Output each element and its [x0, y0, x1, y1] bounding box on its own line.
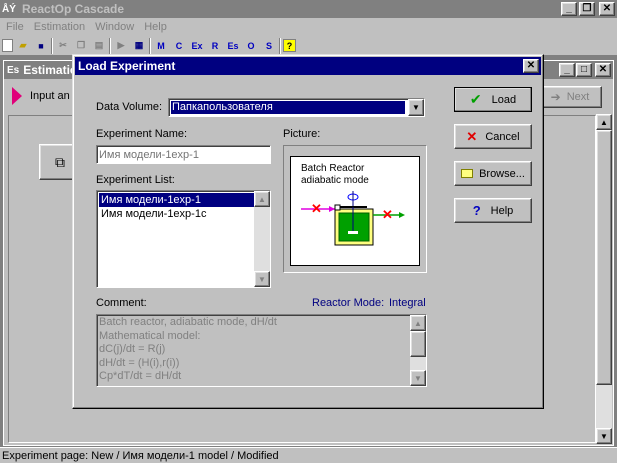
- picture-title-1: Batch Reactor: [301, 163, 365, 174]
- minimize-button[interactable]: _: [561, 2, 577, 16]
- cancel-label: Cancel: [485, 130, 520, 143]
- toolbar-o-button[interactable]: O: [243, 38, 259, 54]
- folder-icon: [461, 169, 474, 178]
- cancel-button[interactable]: ✕ Cancel: [454, 124, 532, 149]
- input-tab-label: Input an: [30, 90, 70, 102]
- scroll-thumb[interactable]: [596, 130, 612, 385]
- toolbar: ▰ ■ ✂ ❐ ▤ ▶ ▦ M C Ex R Es O S ?: [0, 36, 617, 56]
- open-icon[interactable]: ▰: [15, 38, 31, 54]
- input-tab[interactable]: Input an: [12, 87, 70, 105]
- load-label: Load: [491, 93, 517, 106]
- menu-file[interactable]: File: [6, 21, 24, 33]
- copy-icon[interactable]: ❐: [73, 38, 89, 54]
- reactor-mode-value: Integral: [389, 297, 426, 309]
- next-label: Next: [566, 91, 590, 103]
- save-icon[interactable]: ■: [33, 38, 49, 54]
- paste-icon[interactable]: ▤: [91, 38, 107, 54]
- browse-button[interactable]: Browse...: [454, 161, 532, 186]
- comment-scrollbar[interactable]: ▲ ▼: [410, 315, 426, 386]
- batch-reactor-diagram: ✕ ✕: [301, 191, 405, 246]
- svg-text:✕: ✕: [382, 207, 393, 222]
- child-close-button[interactable]: ✕: [595, 63, 611, 77]
- cut-icon[interactable]: ✂: [55, 38, 71, 54]
- load-experiment-dialog: Load Experiment ✕ Data Volume: Папкаполь…: [72, 54, 544, 409]
- estimation-title: Estimatio: [23, 63, 78, 77]
- menu-estimation[interactable]: Estimation: [34, 21, 85, 33]
- close-button[interactable]: ✕: [599, 2, 615, 16]
- data-volume-select[interactable]: Папкапользователя ▼: [168, 98, 425, 117]
- load-button[interactable]: ✔ Load: [454, 87, 532, 112]
- status-bar: Experiment page: New / Имя модели-1 mode…: [0, 447, 617, 463]
- toolbar-r-button[interactable]: R: [207, 38, 223, 54]
- experiment-name-label: Experiment Name:: [96, 128, 188, 140]
- checkmark-icon: ✔: [469, 91, 482, 107]
- list-scroll-up-button[interactable]: ▲: [254, 191, 270, 207]
- new-icon[interactable]: [2, 39, 13, 52]
- cross-icon: ✕: [466, 128, 478, 144]
- data-volume-value: Папкапользователя: [171, 101, 405, 114]
- browse-label: Browse...: [479, 167, 525, 180]
- triangle-right-icon: [12, 87, 22, 105]
- child-maximize-button[interactable]: □: [576, 63, 592, 77]
- comment-line: Cp*dT/dt = dH/dt: [99, 370, 182, 382]
- list-item-selected[interactable]: Имя модели-1exp-1: [99, 193, 254, 207]
- app-title-bar: ÅÝ ReactOp Cascade _ ❐ ✕: [0, 0, 617, 18]
- toolbar-c-button[interactable]: C: [171, 38, 187, 54]
- dialog-title-bar: Load Experiment ✕: [75, 57, 541, 75]
- toolbar-ex-button[interactable]: Ex: [189, 38, 205, 54]
- restore-button[interactable]: ❐: [579, 2, 595, 16]
- arrow-right-icon: ➔: [550, 90, 561, 104]
- reactor-mode-label: Reactor Mode:: [312, 297, 385, 309]
- svg-text:✕: ✕: [311, 201, 322, 216]
- list-scrollbar[interactable]: ▲ ▼: [254, 191, 270, 287]
- menu-help[interactable]: Help: [144, 21, 167, 33]
- next-button[interactable]: ➔ Next: [538, 86, 602, 108]
- chevron-down-icon[interactable]: ▼: [408, 99, 424, 116]
- dialog-title: Load Experiment: [78, 59, 176, 73]
- question-mark-icon: ?: [472, 203, 481, 218]
- help-label: Help: [490, 204, 514, 217]
- reactor-picture: Batch Reactor adiabatic mode ✕ ✕: [290, 156, 420, 266]
- list-item[interactable]: Имя модели-1exp-1c: [99, 207, 254, 221]
- calculator-icon[interactable]: ▦: [131, 38, 147, 54]
- picture-frame: Batch Reactor adiabatic mode ✕ ✕: [283, 145, 427, 273]
- menu-window[interactable]: Window: [95, 21, 134, 33]
- toolbar-s-button[interactable]: S: [261, 38, 277, 54]
- comment-textarea[interactable]: Batch reactor, adiabatic mode, dH/dt Mat…: [96, 314, 427, 387]
- scroll-up-button[interactable]: ▲: [596, 114, 612, 130]
- picture-label: Picture:: [283, 128, 321, 140]
- child-minimize-button[interactable]: _: [559, 63, 575, 77]
- comment-scroll-thumb[interactable]: [410, 331, 426, 357]
- comment-line: Mathematical model:: [99, 329, 201, 342]
- app-icon[interactable]: ÅÝ: [2, 4, 18, 15]
- experiment-list[interactable]: Имя модели-1exp-1 Имя модели-1exp-1c ▲ ▼: [96, 190, 271, 288]
- help-button[interactable]: ? Help: [454, 198, 532, 223]
- help-icon[interactable]: ?: [283, 39, 296, 52]
- vertical-scrollbar[interactable]: ▲ ▼: [596, 114, 612, 444]
- status-text: Experiment page: New / Имя модели-1 mode…: [2, 449, 279, 462]
- dialog-close-button[interactable]: ✕: [523, 59, 539, 73]
- experiment-list-label: Experiment List:: [96, 174, 175, 186]
- comment-scroll-down-button[interactable]: ▼: [410, 370, 426, 386]
- comment-line: dC(j)/dt = R(j): [99, 343, 166, 355]
- comment-line: dH/dt = (H(i),r(i)): [99, 356, 180, 369]
- toolbar-m-button[interactable]: M: [153, 38, 169, 54]
- list-scroll-down-button[interactable]: ▼: [254, 271, 270, 287]
- menu-bar: File Estimation Window Help: [0, 18, 617, 36]
- data-volume-label: Data Volume:: [96, 101, 163, 113]
- toolbar-es-button[interactable]: Es: [225, 38, 241, 54]
- app-title: ReactOp Cascade: [22, 2, 125, 16]
- run-icon[interactable]: ▶: [113, 38, 129, 54]
- comment-label: Comment:: [96, 297, 147, 309]
- picture-title-2: adiabatic mode: [301, 175, 369, 186]
- scroll-down-button[interactable]: ▼: [596, 428, 612, 444]
- comment-scroll-up-button[interactable]: ▲: [410, 315, 426, 331]
- comment-line: Batch reactor, adiabatic mode, dH/dt: [99, 316, 277, 328]
- experiment-name-input[interactable]: [96, 145, 271, 164]
- estimation-icon[interactable]: Es: [7, 65, 19, 76]
